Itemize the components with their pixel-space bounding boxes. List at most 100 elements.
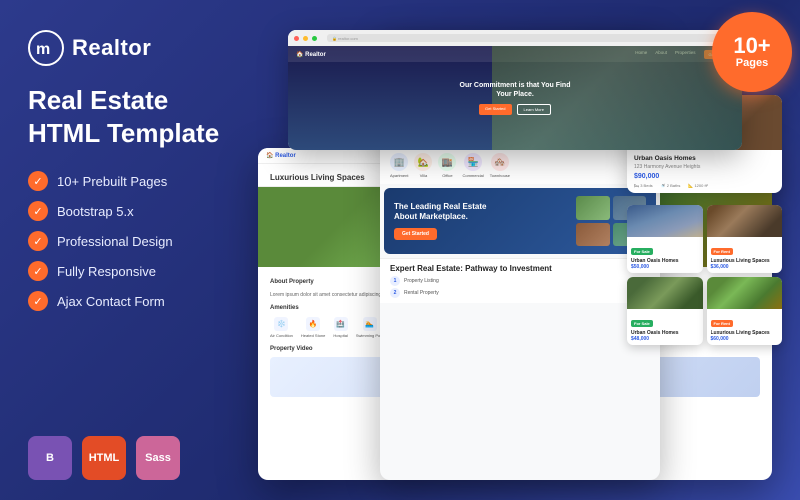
check-icon-responsive: ✓ xyxy=(28,261,48,281)
mini-card-price-2: $36,000 xyxy=(711,264,779,270)
mini-card-img-1 xyxy=(627,205,703,237)
ac-icon: ❄️ xyxy=(274,317,288,331)
mini-cards-grid: For Sale Urban Oasis Homes $50,000 For R… xyxy=(627,205,782,345)
mini-card-body-3: For Sale Urban Oasis Homes $48,000 xyxy=(627,309,703,345)
mini-card-1[interactable]: For Sale Urban Oasis Homes $50,000 xyxy=(627,205,703,273)
side-card-features: 🛏 3 Beds 🚿 2 Baths 📐 1200 ft² xyxy=(634,183,775,188)
baths-info: 🚿 2 Baths xyxy=(661,183,681,188)
listing-item-2: 2 Rental Property xyxy=(390,288,650,298)
mini-tag-3: For Sale xyxy=(631,320,653,327)
side-card-price: $90,000 xyxy=(634,173,775,180)
feature-bootstrap: ✓ Bootstrap 5.x xyxy=(28,201,238,221)
area-info: 📐 1200 ft² xyxy=(688,183,708,188)
side-card-address: 123 Harmony Avenue Heights xyxy=(634,164,775,170)
marketplace-img-1 xyxy=(576,196,610,220)
browser-url-bar: 🔒 realtor.com xyxy=(327,34,719,42)
commercial-icon: 🏪 xyxy=(464,153,482,171)
html-badge: HTML xyxy=(82,436,126,480)
type-apartment[interactable]: 🏢 Apartment xyxy=(390,153,408,178)
mini-card-price-1: $50,000 xyxy=(631,264,699,270)
type-villa[interactable]: 🏡 Villa xyxy=(414,153,432,178)
hero-btn-2[interactable]: Learn More xyxy=(517,104,551,115)
listing-num-2: 2 xyxy=(390,288,400,298)
pages-badge: 10+ Pages xyxy=(712,12,792,92)
amenity-heated: 🔥 Heated Stone xyxy=(301,317,325,339)
close-dot xyxy=(294,36,299,41)
mini-card-body-2: For Rent Luxurious Living Spaces $36,000 xyxy=(707,237,783,273)
hero-btn-1[interactable]: Get Started xyxy=(479,104,511,115)
property-title: Luxurious Living Spaces xyxy=(270,173,365,182)
mini-tag-4: For Rent xyxy=(711,320,733,327)
mini-tag-2: For Rent xyxy=(711,248,733,255)
type-commercial[interactable]: 🏪 Commercial xyxy=(462,153,483,178)
svg-text:m: m xyxy=(36,41,50,58)
heated-icon: 🔥 xyxy=(306,317,320,331)
pool-icon: 🏊 xyxy=(363,317,377,331)
mini-card-img-2 xyxy=(707,205,783,237)
investment-title: Expert Real Estate: Pathway to Investmen… xyxy=(390,264,650,273)
townhouse-icon: 🏘️ xyxy=(491,153,509,171)
type-townhouse[interactable]: 🏘️ Townhouse xyxy=(490,153,510,178)
check-icon-ajax: ✓ xyxy=(28,291,48,311)
pages-label: Pages xyxy=(736,57,768,69)
marketplace-cta[interactable]: Get Started xyxy=(394,228,437,240)
marketplace-inner: The Leading Real Estate About Marketplac… xyxy=(394,196,646,246)
amenity-ac: ❄️ Air Condition xyxy=(270,317,293,339)
check-icon-prebuilt: ✓ xyxy=(28,171,48,191)
mini-card-price-3: $48,000 xyxy=(631,336,699,342)
marketplace-title: The Leading Real Estate About Marketplac… xyxy=(394,202,494,223)
mini-card-body-1: For Sale Urban Oasis Homes $50,000 xyxy=(627,237,703,273)
left-panel: m Realtor Real Estate HTML Template ✓ 10… xyxy=(28,30,238,480)
property-types-row: 🏢 Apartment 🏡 Villa 🏬 Office 🏪 Commercia… xyxy=(390,153,650,178)
mockup-nav-logo: 🏠 Realtor xyxy=(266,152,296,159)
mini-card-3[interactable]: For Sale Urban Oasis Homes $48,000 xyxy=(627,277,703,345)
side-card-main-body: Urban Oasis Homes 123 Harmony Avenue Hei… xyxy=(627,150,782,193)
expand-dot xyxy=(312,36,317,41)
mini-card-4[interactable]: For Rent Luxurious Living Spaces $60,000 xyxy=(707,277,783,345)
pages-number: 10+ xyxy=(733,35,770,57)
listing-item-1: 1 Property Listing xyxy=(390,276,650,286)
apartment-icon: 🏢 xyxy=(390,153,408,171)
hero-center-content: Our Commitment is that You Find Your Pla… xyxy=(455,81,575,115)
office-icon: 🏬 xyxy=(438,153,456,171)
features-list: ✓ 10+ Prebuilt Pages ✓ Bootstrap 5.x ✓ P… xyxy=(28,171,238,311)
hospital-icon: 🏥 xyxy=(334,317,348,331)
hero-content: 🏠 Realtor Home About Properties Get Star… xyxy=(288,46,742,150)
page-wrapper: m Realtor Real Estate HTML Template ✓ 10… xyxy=(0,0,800,500)
minimize-dot xyxy=(303,36,308,41)
mini-card-2[interactable]: For Rent Luxurious Living Spaces $36,000 xyxy=(707,205,783,273)
side-card-title: Urban Oasis Homes xyxy=(634,155,775,162)
check-icon-bootstrap: ✓ xyxy=(28,201,48,221)
bootstrap-badge: B xyxy=(28,436,72,480)
villa-icon: 🏡 xyxy=(414,153,432,171)
listing-items: 1 Property Listing 2 Rental Property xyxy=(390,276,650,298)
feature-responsive: ✓ Fully Responsive xyxy=(28,261,238,281)
brand-name: Realtor xyxy=(72,35,151,61)
hero-headline: Our Commitment is that You Find Your Pla… xyxy=(455,81,575,99)
feature-prebuilt: ✓ 10+ Prebuilt Pages xyxy=(28,171,238,191)
logo-row: m Realtor xyxy=(28,30,238,66)
tech-badges: B HTML Sass xyxy=(28,426,238,480)
beds-info: 🛏 3 Beds xyxy=(634,183,653,188)
marketplace-img-3 xyxy=(576,223,610,247)
hero-nav-logo: 🏠 Realtor xyxy=(296,51,326,58)
marketplace-section: The Leading Real Estate About Marketplac… xyxy=(384,188,656,254)
listing-num-1: 1 xyxy=(390,276,400,286)
check-icon-design: ✓ xyxy=(28,231,48,251)
mini-card-img-4 xyxy=(707,277,783,309)
mini-card-price-4: $60,000 xyxy=(711,336,779,342)
hero-cta-buttons: Get Started Learn More xyxy=(455,104,575,115)
feature-design: ✓ Professional Design xyxy=(28,231,238,251)
hero-browser-mockup: 🔒 realtor.com ··· 🏠 Realtor Home About P… xyxy=(288,30,742,150)
type-office[interactable]: 🏬 Office xyxy=(438,153,456,178)
investment-section: Expert Real Estate: Pathway to Investmen… xyxy=(380,258,660,303)
marketplace-text-col: The Leading Real Estate About Marketplac… xyxy=(394,202,568,241)
feature-ajax: ✓ Ajax Contact Form xyxy=(28,291,238,311)
mini-card-img-3 xyxy=(627,277,703,309)
browser-bar: 🔒 realtor.com ··· xyxy=(288,30,742,46)
main-headline: Real Estate HTML Template xyxy=(28,84,238,149)
mini-tag-1: For Sale xyxy=(631,248,653,255)
amenity-hospital: 🏥 Hospital xyxy=(333,317,347,339)
mini-card-body-4: For Rent Luxurious Living Spaces $60,000 xyxy=(707,309,783,345)
realtor-logo-icon: m xyxy=(28,30,64,66)
